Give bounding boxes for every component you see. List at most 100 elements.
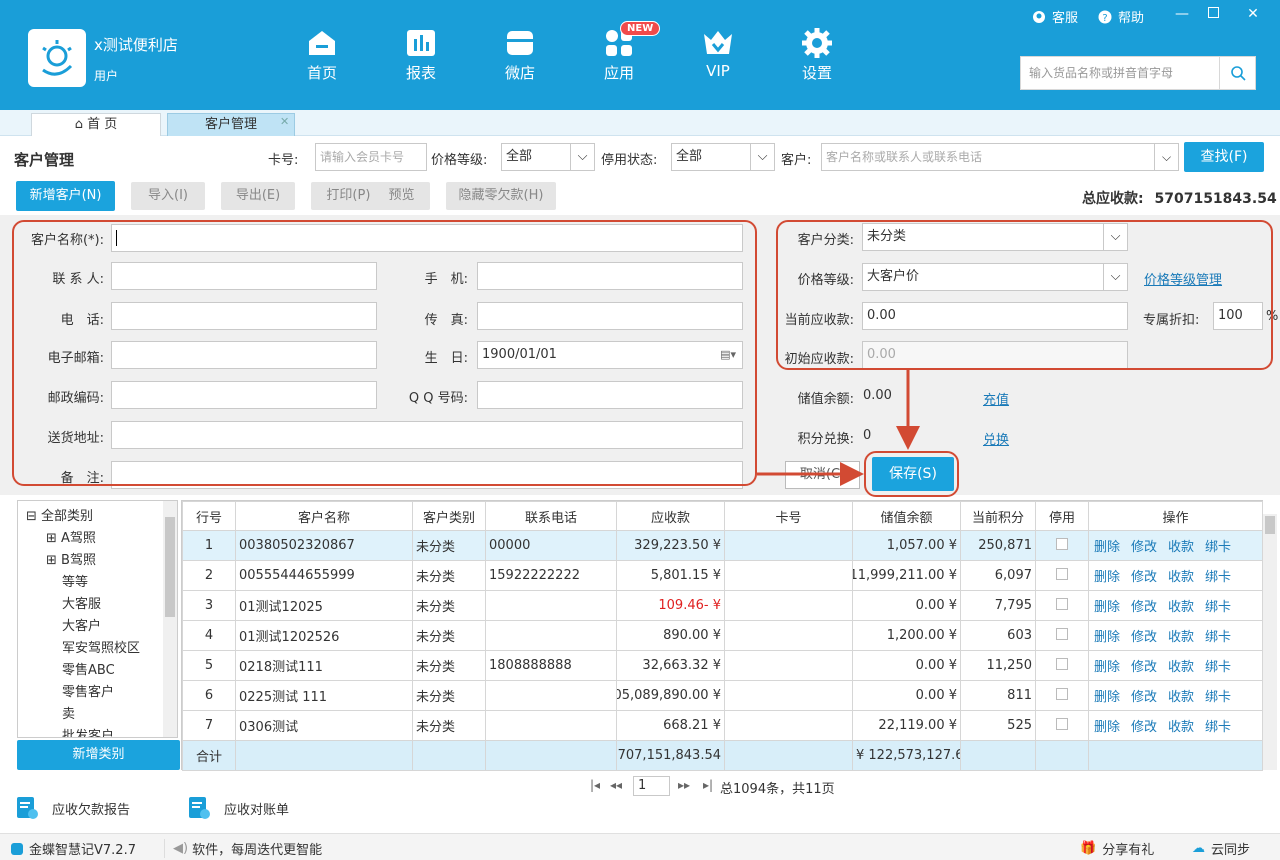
row-edit-link[interactable]: 修改 <box>1129 720 1159 735</box>
row-bind-card-link[interactable]: 绑卡 <box>1203 540 1233 555</box>
row-edit-link[interactable]: 修改 <box>1129 690 1159 705</box>
row-bind-card-link[interactable]: 绑卡 <box>1203 600 1233 615</box>
row-collect-link[interactable]: 收款 <box>1166 660 1196 675</box>
column-header[interactable]: 停用 <box>1035 501 1089 531</box>
column-header[interactable]: 储值余额 <box>852 501 961 531</box>
row-delete-link[interactable]: 删除 <box>1092 630 1122 645</box>
prev-page-icon[interactable]: ◂◂ <box>610 778 622 792</box>
row-collect-link[interactable]: 收款 <box>1166 600 1196 615</box>
points-cell: 250,871 <box>960 530 1036 561</box>
disabled-checkbox[interactable] <box>1056 627 1068 640</box>
tree-item[interactable]: 等等 <box>62 571 88 590</box>
tree-scrollbar[interactable] <box>163 501 177 737</box>
points-cell: 6,097 <box>960 560 1036 591</box>
customer-name-cell: 0306测试 <box>235 710 413 741</box>
balance-cell: ¥ 1,200.00 <box>852 620 961 651</box>
overdue-report-link[interactable]: 应收欠款报告 <box>14 795 130 821</box>
tree-item[interactable]: 大客户 <box>62 615 101 634</box>
tree-item-all[interactable]: ⊟ 全部类别 <box>26 505 93 524</box>
card-cell <box>724 560 853 591</box>
column-header[interactable]: 客户类别 <box>412 501 486 531</box>
first-page-icon[interactable]: |◂ <box>590 778 600 792</box>
card-cell <box>724 530 853 561</box>
table-scrollbar[interactable] <box>1263 514 1277 770</box>
disabled-checkbox[interactable] <box>1056 687 1068 700</box>
row-edit-link[interactable]: 修改 <box>1129 660 1159 675</box>
receivable-cell: ¥ 5,801.15 <box>616 560 725 591</box>
cloud-sync-label: 云同步 <box>1211 843 1251 858</box>
tree-item[interactable]: 零售ABC <box>62 659 115 678</box>
tree-item[interactable]: ⊞ B驾照 <box>46 549 96 568</box>
row-delete-link[interactable]: 删除 <box>1092 540 1122 555</box>
disabled-checkbox[interactable] <box>1056 717 1068 730</box>
column-header[interactable]: 当前积分 <box>960 501 1036 531</box>
table-row[interactable]: 5 0218测试111 未分类 1808888888 ¥ 32,663.32 ¥ 0.00… <box>182 650 1263 681</box>
balance-cell: ¥ 0.00 <box>852 650 961 681</box>
balance-cell: ¥ 0.00 <box>852 590 961 621</box>
row-bind-card-link[interactable]: 绑卡 <box>1203 720 1233 735</box>
version-info: 金蝶智慧记V7.2.7 <box>10 839 136 858</box>
statement-link[interactable]: 应收对账单 <box>186 795 289 821</box>
tree-item[interactable]: 军安驾照校区 <box>62 637 140 656</box>
tree-item[interactable]: 卖 <box>62 703 75 722</box>
row-delete-link[interactable]: 删除 <box>1092 600 1122 615</box>
disabled-checkbox[interactable] <box>1056 657 1068 670</box>
column-header[interactable]: 卡号 <box>724 501 853 531</box>
tree-item[interactable]: 批发客户 <box>62 725 114 737</box>
tree-item[interactable]: 大客服 <box>62 593 101 612</box>
row-delete-link[interactable]: 删除 <box>1092 570 1122 585</box>
row-delete-link[interactable]: 删除 <box>1092 690 1122 705</box>
row-edit-link[interactable]: 修改 <box>1129 570 1159 585</box>
disabled-checkbox-cell <box>1035 530 1089 561</box>
row-collect-link[interactable]: 收款 <box>1166 630 1196 645</box>
row-bind-card-link[interactable]: 绑卡 <box>1203 570 1233 585</box>
report-doc-icon <box>17 797 38 819</box>
row-collect-link[interactable]: 收款 <box>1166 720 1196 735</box>
add-category-button[interactable]: 新增类别 <box>17 740 180 770</box>
share-gift-button[interactable]: 🎁 分享有礼 <box>1080 839 1154 858</box>
row-collect-link[interactable]: 收款 <box>1166 690 1196 705</box>
disabled-checkbox-cell <box>1035 650 1089 681</box>
row-bind-card-link[interactable]: 绑卡 <box>1203 630 1233 645</box>
disabled-checkbox-cell <box>1035 620 1089 651</box>
row-delete-link[interactable]: 删除 <box>1092 720 1122 735</box>
table-row[interactable]: 1 00380502320867 未分类 00000 ¥ 329,223.50 ¥ 1,0… <box>182 530 1263 561</box>
cloud-sync-button[interactable]: ☁ 云同步 <box>1192 839 1250 858</box>
row-collect-link[interactable]: 收款 <box>1166 570 1196 585</box>
column-header[interactable]: 联系电话 <box>485 501 617 531</box>
tree-item[interactable]: 零售客户 <box>62 681 114 700</box>
points-cell: 11,250 <box>960 650 1036 681</box>
customer-table: 行号 客户名称 客户类别 联系电话 应收款 卡号 储值余额 当前积分 停用 操作… <box>181 500 1263 771</box>
receivable-cell: ¥ -109.46 <box>616 590 725 621</box>
row-edit-link[interactable]: 修改 <box>1129 630 1159 645</box>
operations-cell: 删除 修改 收款 绑卡 <box>1088 560 1263 591</box>
disabled-checkbox-cell <box>1035 680 1089 711</box>
receivable-cell: ¥ 890.00 <box>616 620 725 651</box>
sum-balance: ¥ 122,573,127.65 <box>852 740 961 771</box>
row-collect-link[interactable]: 收款 <box>1166 540 1196 555</box>
table-row[interactable]: 60225测试 111未分类 ¥ 105,089,890.00 ¥ 0.00811 删… <box>182 680 1263 711</box>
page-input[interactable]: 1 <box>633 776 670 796</box>
column-header[interactable]: 行号 <box>182 501 236 531</box>
disabled-checkbox[interactable] <box>1056 567 1068 580</box>
next-page-icon[interactable]: ▸▸ <box>678 778 690 792</box>
row-bind-card-link[interactable]: 绑卡 <box>1203 690 1233 705</box>
disabled-checkbox[interactable] <box>1056 597 1068 610</box>
column-header[interactable]: 客户名称 <box>235 501 413 531</box>
row-bind-card-link[interactable]: 绑卡 <box>1203 660 1233 675</box>
table-row[interactable]: 7 0306测试 未分类 ¥ 668.21 ¥ 22,119.00 525 删除 修改 收款 绑卡 <box>182 710 1263 741</box>
tree-item[interactable]: ⊞ A驾照 <box>46 527 96 546</box>
disabled-checkbox[interactable] <box>1056 537 1068 550</box>
cloud-icon: ☁ <box>1192 841 1205 856</box>
last-page-icon[interactable]: ▸| <box>703 778 713 792</box>
row-edit-link[interactable]: 修改 <box>1129 540 1159 555</box>
table-row[interactable]: 4 01测试1202526 未分类 ¥ 890.00 ¥ 1,200.00 603 删除 修改… <box>182 620 1263 651</box>
points-cell: 811 <box>960 680 1036 711</box>
table-row[interactable]: 2 00555444655999 未分类 15922222222 ¥ 5,801.15 ¥… <box>182 560 1263 591</box>
column-header[interactable]: 应收款 <box>616 501 725 531</box>
row-delete-link[interactable]: 删除 <box>1092 660 1122 675</box>
row-edit-link[interactable]: 修改 <box>1129 600 1159 615</box>
row-number: 6 <box>182 680 236 711</box>
row-number: 3 <box>182 590 236 621</box>
table-row[interactable]: 3 01测试12025 未分类 ¥ -109.46 ¥ 0.00 7,795 删除 修改 收款绑… <box>182 590 1263 621</box>
